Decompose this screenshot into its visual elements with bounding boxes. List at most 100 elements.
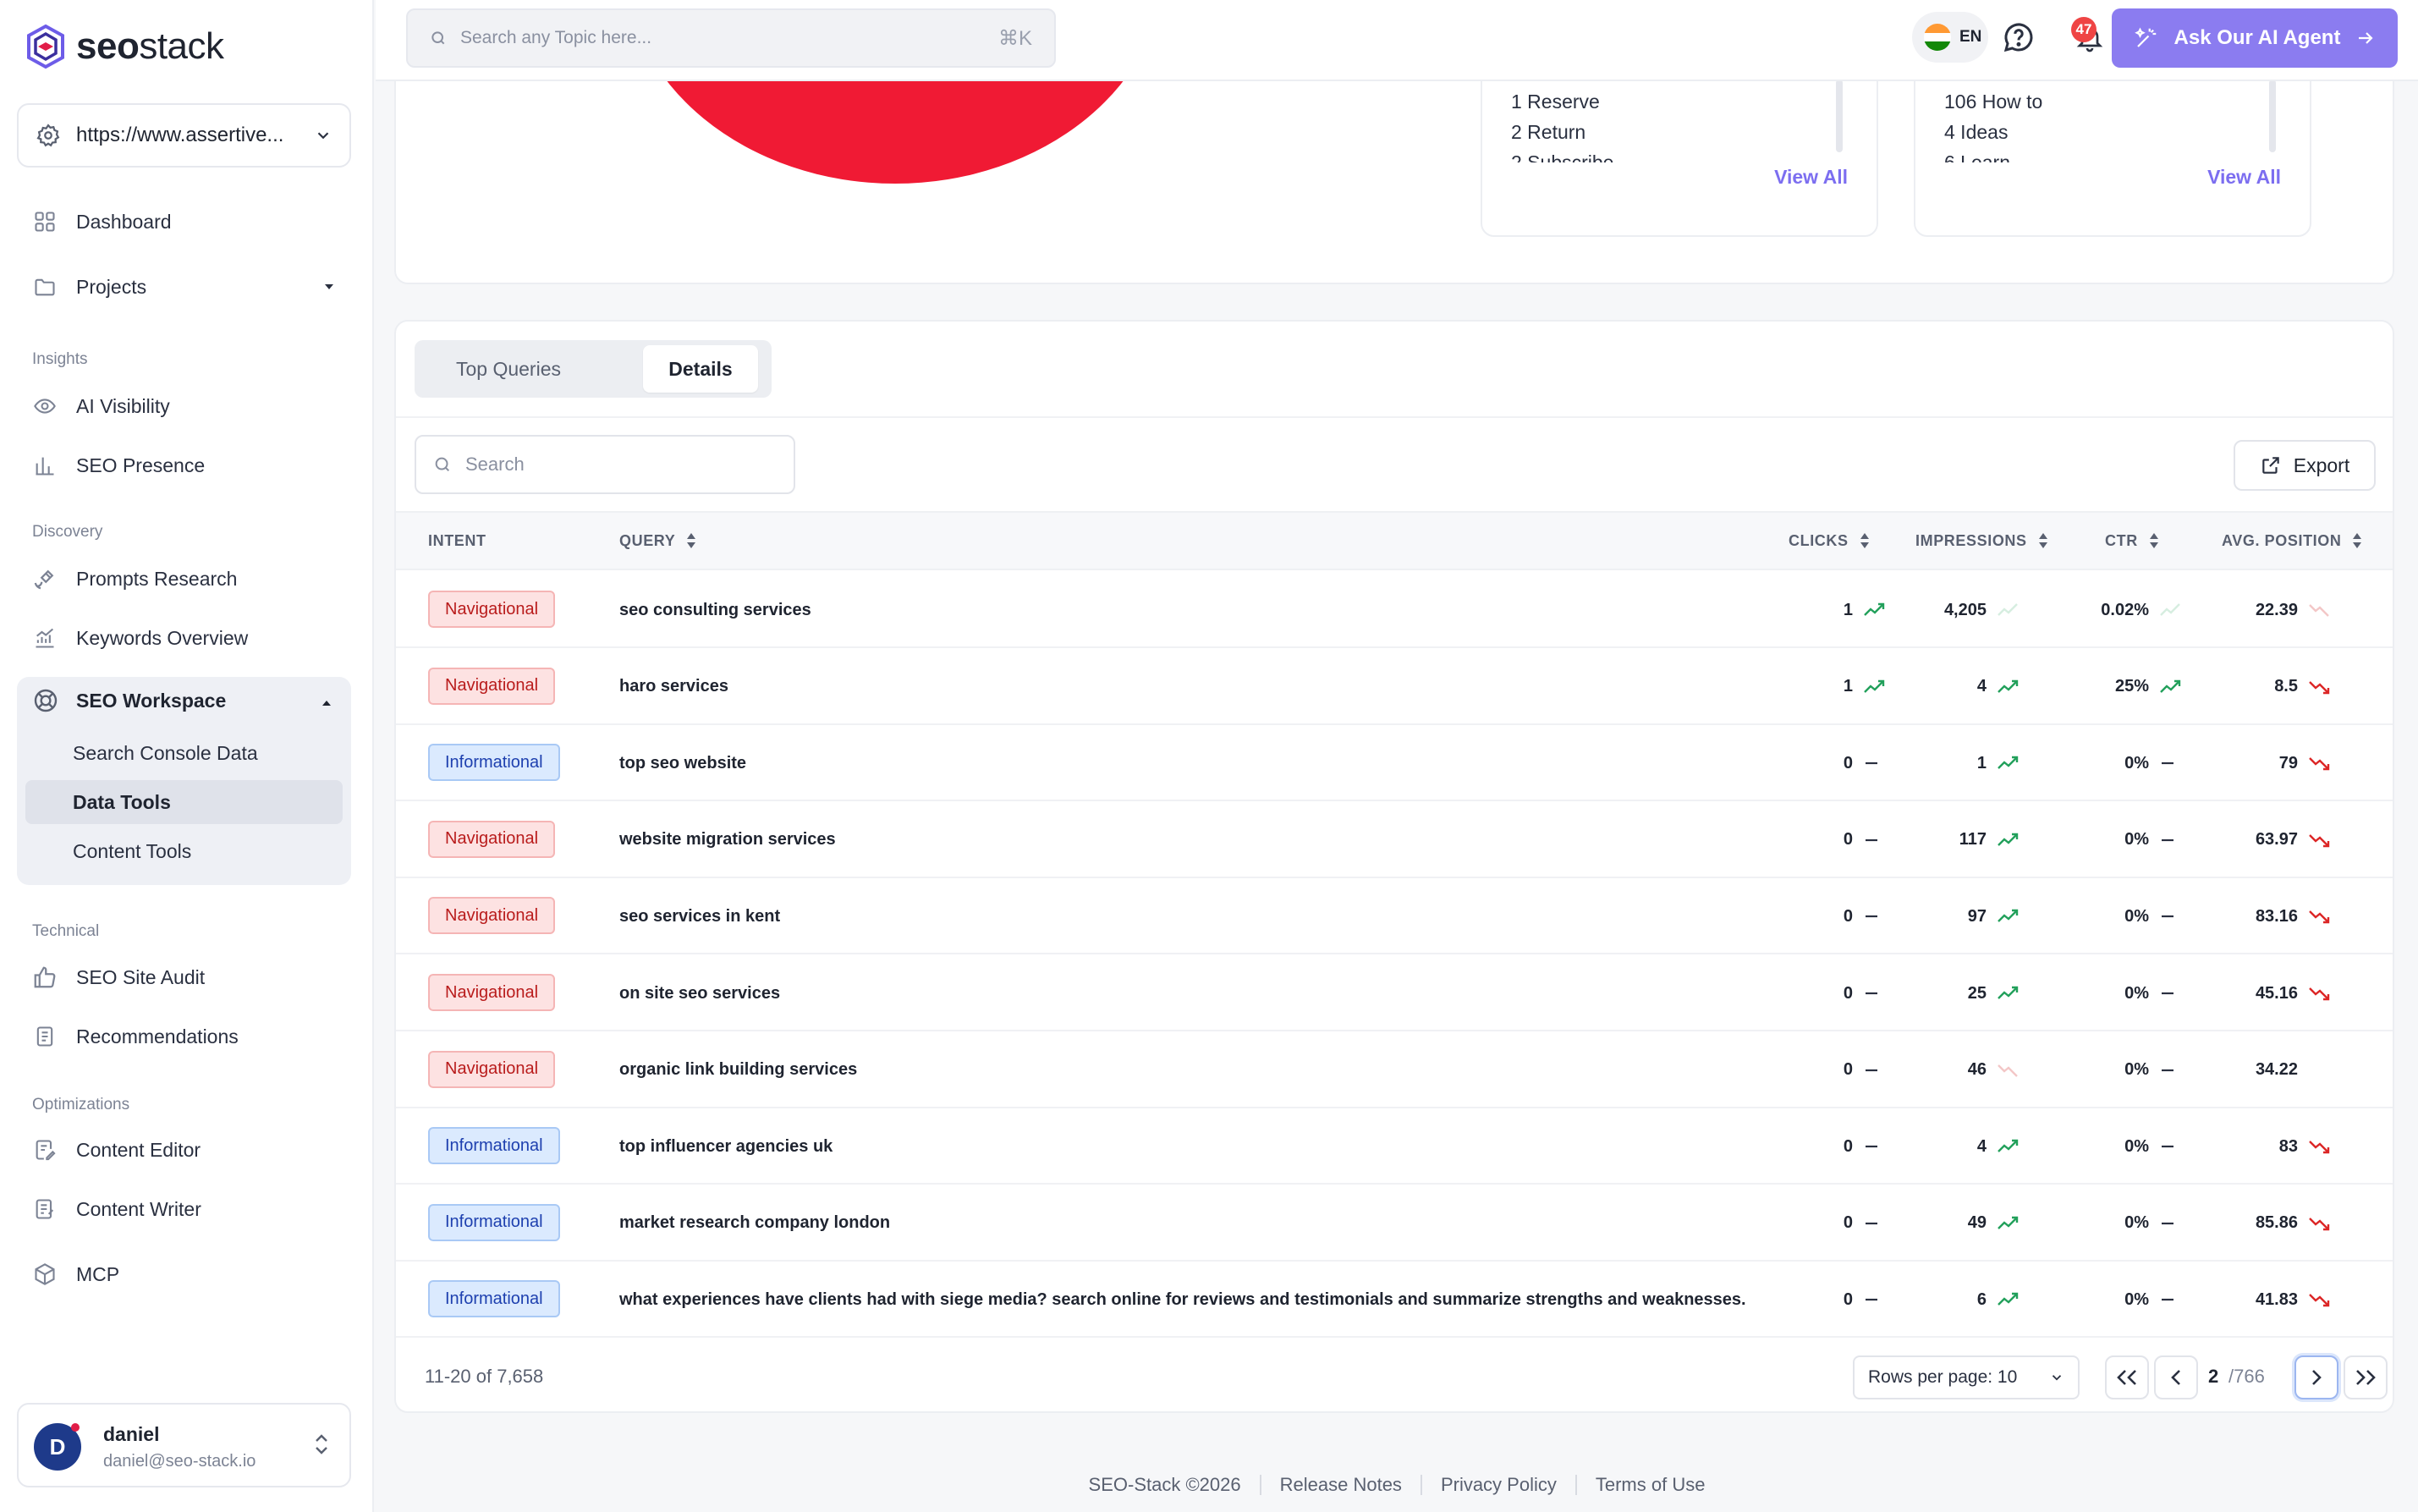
sidebar-item-label: Recommendations <box>76 1025 239 1047</box>
table-row[interactable]: Navigational organic link building servic… <box>396 1032 2393 1108</box>
ask-ai-agent-button[interactable]: Ask Our AI Agent <box>2112 8 2398 68</box>
site-selector[interactable]: https://www.assertive... <box>17 103 351 168</box>
trend-flat-icon <box>2159 1216 2186 1231</box>
table-row[interactable]: Navigational haro services 1 4 25% 8.5 <box>396 649 2393 725</box>
column-header-query[interactable]: QUERY <box>619 513 697 569</box>
clicks-cell-value: 0 <box>1843 906 1853 926</box>
intent-list-right[interactable]: 106 How to 4 Ideas 6 Learn <box>1944 86 2283 162</box>
avg-position-cell: 79 <box>2279 725 2335 801</box>
trend-down-icon <box>2308 833 2335 848</box>
avg-position-cell-value: 22.39 <box>2255 600 2298 619</box>
table-row[interactable]: Informational market research company lon… <box>396 1185 2393 1262</box>
sidebar-item-ai-visibility[interactable]: AI Visibility <box>30 392 170 421</box>
query-cell[interactable]: top influencer agencies uk <box>619 1108 833 1185</box>
rows-per-page-select[interactable]: Rows per page: 10 <box>1853 1355 2080 1399</box>
trend-up-icon <box>1997 1216 2024 1231</box>
brand-logo[interactable]: seostack <box>25 24 224 69</box>
logo-icon <box>25 24 66 69</box>
intent-badge: Navigational <box>428 1050 556 1088</box>
release-notes-link[interactable]: Release Notes <box>1280 1474 1402 1496</box>
india-flag-icon <box>1924 24 1951 51</box>
ctr-cell: 0% <box>2124 1032 2186 1108</box>
previous-page-button[interactable] <box>2154 1355 2198 1399</box>
table-row[interactable]: Navigational on site seo services 0 25 0% 45.… <box>396 955 2393 1031</box>
view-all-link[interactable]: View All <box>1774 166 1848 189</box>
sidebar-item-seo-site-audit[interactable]: SEO Site Audit <box>30 963 205 992</box>
copyright-text: SEO-Stack ©2026 <box>1088 1474 1241 1495</box>
clicks-cell: 0 <box>1844 725 1890 801</box>
query-cell[interactable]: market research company london <box>619 1185 890 1262</box>
trend-up-icon <box>2159 602 2186 618</box>
intent-list-left[interactable]: 1 Reserve 2 Return 2 Subscribe <box>1511 86 1849 162</box>
clicks-cell: 0 <box>1844 878 1890 954</box>
query-cell[interactable]: top seo website <box>619 725 746 801</box>
sidebar-item-prompts-research[interactable]: Prompts Research <box>30 564 237 593</box>
list-item: 1 Reserve <box>1511 91 1600 113</box>
table-row[interactable]: Navigational seo services in kent 0 97 0% 83.… <box>396 878 2393 955</box>
sidebar-item-projects[interactable]: Projects <box>30 272 335 301</box>
avg-position-cell-value: 83 <box>2278 1136 2298 1156</box>
tab-details[interactable]: Details <box>643 345 758 393</box>
trend-up-icon <box>1997 1292 2024 1307</box>
last-page-button[interactable] <box>2344 1355 2388 1399</box>
table-row[interactable]: Navigational seo consulting services 1 4,20… <box>396 572 2393 648</box>
tab-top-queries[interactable]: Top Queries <box>420 345 597 393</box>
language-selector[interactable]: EN <box>1912 12 1988 63</box>
arrow-right-icon <box>2355 28 2376 48</box>
sidebar-item-content-writer[interactable]: Content Writer <box>30 1195 201 1223</box>
sort-icon <box>2037 531 2049 550</box>
trend-down-icon <box>2308 756 2335 771</box>
query-cell[interactable]: on site seo services <box>619 955 780 1031</box>
sidebar-subitem-data-tools[interactable]: Data Tools <box>25 780 343 824</box>
sidebar-item-content-editor[interactable]: Content Editor <box>30 1135 201 1164</box>
language-code: EN <box>1959 28 1982 46</box>
query-cell[interactable]: seo services in kent <box>619 878 780 954</box>
trend-flat-icon <box>2159 909 2186 924</box>
query-cell[interactable]: haro services <box>619 649 728 725</box>
scrollbar[interactable] <box>1836 80 1843 152</box>
trend-up-icon <box>1863 602 1890 618</box>
terms-of-use-link[interactable]: Terms of Use <box>1596 1474 1706 1496</box>
impressions-cell: 1 <box>1977 725 2024 801</box>
impressions-cell-value: 25 <box>1967 983 1987 1003</box>
table-search-input[interactable]: Search <box>415 435 795 494</box>
sidebar-item-mcp[interactable]: MCP <box>30 1260 119 1289</box>
column-header-ctr[interactable]: CTR <box>2105 513 2160 569</box>
avg-position-cell: 22.39 <box>2256 572 2335 648</box>
sidebar-subitem-content-tools[interactable]: Content Tools <box>25 829 343 873</box>
intent-badge: Informational <box>428 1127 560 1165</box>
next-page-button[interactable] <box>2294 1355 2338 1399</box>
column-header-avg-position[interactable]: AVG. POSITION <box>2222 513 2363 569</box>
query-cell[interactable]: what experiences have clients had with s… <box>619 1262 1746 1338</box>
table-row[interactable]: Informational top seo website 0 1 0% 79 <box>396 725 2393 802</box>
sidebar-item-seo-workspace[interactable]: SEO Workspace <box>32 687 226 714</box>
query-cell[interactable]: seo consulting services <box>619 572 811 648</box>
sidebar-item-recommendations[interactable]: Recommendations <box>30 1022 239 1051</box>
sidebar-item-seo-presence[interactable]: SEO Presence <box>30 451 205 480</box>
query-cell[interactable]: organic link building services <box>619 1032 857 1108</box>
scrollbar[interactable] <box>2269 80 2276 152</box>
global-search-input[interactable]: Search any Topic here... ⌘K <box>406 8 1056 68</box>
sidebar-item-label: Projects <box>76 275 147 298</box>
table-row[interactable]: Informational what experiences have clien… <box>396 1262 2393 1339</box>
caret-up-icon[interactable] <box>321 699 332 707</box>
sidebar-item-keywords-overview[interactable]: Keywords Overview <box>30 624 248 652</box>
privacy-policy-link[interactable]: Privacy Policy <box>1441 1474 1557 1496</box>
user-menu[interactable]: D daniel daniel@seo-stack.io <box>17 1403 351 1487</box>
sidebar-item-dashboard[interactable]: Dashboard <box>30 207 172 236</box>
double-chevron-left-icon <box>2115 1368 2139 1387</box>
view-all-link[interactable]: View All <box>2207 166 2281 189</box>
first-page-button[interactable] <box>2105 1355 2149 1399</box>
table-row[interactable]: Navigational website migration services 0 1… <box>396 802 2393 878</box>
clicks-cell-value: 0 <box>1843 1060 1853 1080</box>
table-row[interactable]: Informational top influencer agencies uk 0… <box>396 1108 2393 1185</box>
query-cell[interactable]: website migration services <box>619 802 836 878</box>
help-icon[interactable] <box>2002 20 2036 54</box>
double-chevron-right-icon <box>2354 1368 2377 1387</box>
column-header-impressions[interactable]: IMPRESSIONS <box>1915 513 2049 569</box>
export-button[interactable]: Export <box>2234 440 2376 491</box>
ctr-cell: 0% <box>2124 1108 2186 1185</box>
sidebar-item-label: MCP <box>76 1262 120 1285</box>
sidebar-subitem-search-console-data[interactable]: Search Console Data <box>25 731 343 775</box>
column-header-clicks[interactable]: CLICKS <box>1789 513 1871 569</box>
